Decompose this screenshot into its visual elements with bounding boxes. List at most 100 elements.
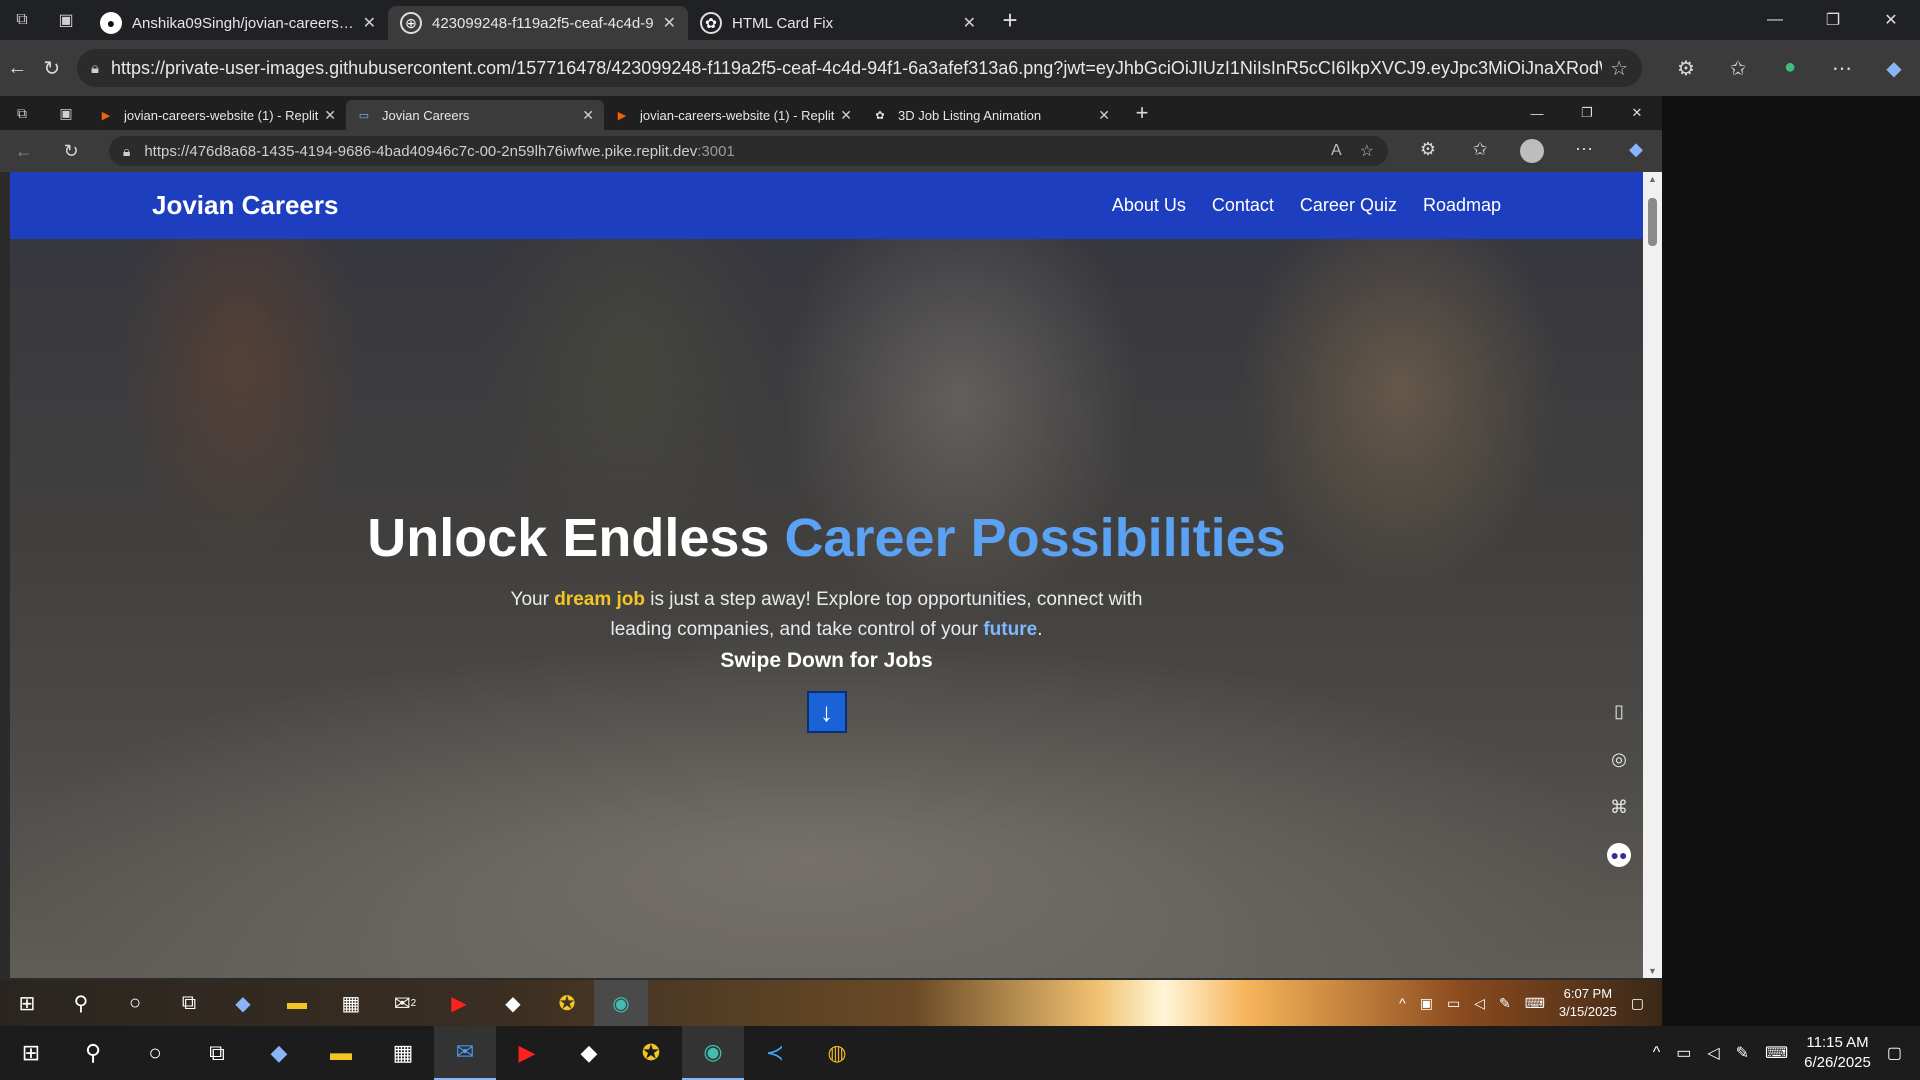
- book-icon[interactable]: ▯: [1607, 699, 1631, 723]
- profile-avatar[interactable]: [1506, 139, 1558, 163]
- youtube-icon[interactable]: ▶: [496, 1026, 558, 1080]
- cortana-icon[interactable]: ○: [108, 980, 162, 1026]
- copilot-icon[interactable]: ◆: [216, 980, 270, 1026]
- volume-icon[interactable]: ◁: [1474, 995, 1485, 1012]
- tab-actions-icon[interactable]: ▣: [44, 0, 88, 40]
- file-explorer-icon[interactable]: ▬: [310, 1026, 372, 1080]
- keyboard-icon[interactable]: ⌨: [1525, 995, 1545, 1012]
- back-icon[interactable]: ←: [0, 48, 35, 88]
- bot-icon[interactable]: ●●: [1607, 843, 1631, 867]
- more-icon[interactable]: ⋯: [1816, 56, 1868, 81]
- medal-icon[interactable]: ✪: [620, 1026, 682, 1080]
- tray-chevron-icon[interactable]: ^: [1399, 995, 1406, 1011]
- outer-tab-chatgpt[interactable]: ✿ HTML Card Fix ✕: [688, 6, 988, 40]
- favorite-star-icon[interactable]: ☆: [1360, 141, 1374, 161]
- cortana-icon[interactable]: ○: [124, 1026, 186, 1080]
- notification-icon[interactable]: ▢: [1631, 995, 1644, 1012]
- search-icon[interactable]: ⚲: [54, 980, 108, 1026]
- youtube-icon[interactable]: ▶: [432, 980, 486, 1026]
- inner-tab-jovian[interactable]: ▭ Jovian Careers ✕: [346, 100, 604, 130]
- chrome-icon[interactable]: ◍: [806, 1026, 868, 1080]
- m365-icon[interactable]: ◆: [558, 1026, 620, 1080]
- nav-link-career-quiz[interactable]: Career Quiz: [1300, 195, 1397, 216]
- close-icon[interactable]: ✕: [1098, 107, 1110, 124]
- system-clock[interactable]: 11:15 AM 6/26/2025: [1804, 1033, 1871, 1073]
- keyboard-icon[interactable]: ⌨: [1765, 1043, 1788, 1063]
- battery-icon[interactable]: ▭: [1447, 995, 1460, 1012]
- medal-icon[interactable]: ✪: [540, 980, 594, 1026]
- store-icon[interactable]: ▦: [372, 1026, 434, 1080]
- favorite-star-icon[interactable]: ☆: [1610, 56, 1628, 81]
- close-window-icon[interactable]: ✕: [1862, 0, 1920, 40]
- profile-icon[interactable]: ●: [1764, 56, 1816, 81]
- task-view-icon[interactable]: ⧉: [186, 1026, 248, 1080]
- mail-icon[interactable]: ✉ 2: [378, 980, 432, 1026]
- close-icon[interactable]: ✕: [363, 13, 376, 33]
- start-icon[interactable]: ⊞: [0, 980, 54, 1026]
- close-icon[interactable]: ✕: [663, 13, 676, 33]
- back-icon[interactable]: ←: [0, 134, 47, 168]
- podcast-icon[interactable]: ◎: [1607, 747, 1631, 771]
- edge-icon[interactable]: ◉: [594, 980, 648, 1026]
- edge-icon[interactable]: ◉: [682, 1026, 744, 1080]
- workspaces-icon[interactable]: ⧉: [0, 96, 44, 130]
- copilot-icon[interactable]: ◆: [248, 1026, 310, 1080]
- notification-icon[interactable]: ▢: [1887, 1043, 1902, 1063]
- refresh-icon[interactable]: ↻: [47, 134, 94, 168]
- start-icon[interactable]: ⊞: [0, 1026, 62, 1080]
- restore-icon[interactable]: ❐: [1562, 96, 1612, 130]
- task-view-icon[interactable]: ⧉: [162, 980, 216, 1026]
- tray-chevron-icon[interactable]: ^: [1653, 1044, 1661, 1062]
- nav-link-about[interactable]: About Us: [1112, 195, 1186, 216]
- new-tab-button[interactable]: +: [1120, 100, 1164, 126]
- pen-icon[interactable]: ✎: [1736, 1043, 1749, 1063]
- scroll-down-button[interactable]: ↓: [806, 691, 847, 733]
- site-brand[interactable]: Jovian Careers: [152, 190, 338, 221]
- m365-icon[interactable]: ◆: [486, 980, 540, 1026]
- close-icon[interactable]: ✕: [324, 107, 336, 124]
- copilot-icon[interactable]: ◆: [1868, 56, 1920, 81]
- scroll-up-arrow-icon[interactable]: ▲: [1643, 174, 1662, 184]
- extensions-icon[interactable]: ⚙: [1660, 56, 1712, 81]
- search-icon[interactable]: ⚲: [62, 1026, 124, 1080]
- favorites-icon[interactable]: ✩: [1454, 139, 1506, 163]
- scroll-thumb[interactable]: [1648, 198, 1657, 246]
- tab-actions-icon[interactable]: ▣: [44, 96, 88, 130]
- network-icon[interactable]: ▣: [1420, 995, 1433, 1012]
- apps-icon[interactable]: ⌘: [1607, 795, 1631, 819]
- nav-link-roadmap[interactable]: Roadmap: [1423, 195, 1501, 216]
- more-icon[interactable]: ⋯: [1558, 139, 1610, 163]
- file-explorer-icon[interactable]: ▬: [270, 980, 324, 1026]
- close-window-icon[interactable]: ✕: [1612, 96, 1662, 130]
- close-icon[interactable]: ✕: [582, 107, 594, 124]
- inner-tab-replit-1[interactable]: ▶ jovian-careers-website (1) - Replit ✕: [88, 100, 346, 130]
- inner-tab-chatgpt[interactable]: ✿ 3D Job Listing Animation ✕: [862, 100, 1120, 130]
- outer-tab-github[interactable]: ● Anshika09Singh/jovian-careers-w ✕: [88, 6, 388, 40]
- favorites-icon[interactable]: ✩: [1712, 56, 1764, 81]
- close-icon[interactable]: ✕: [840, 107, 852, 124]
- battery-icon[interactable]: ▭: [1676, 1043, 1691, 1063]
- page-scrollbar[interactable]: ▲ ▼: [1643, 172, 1662, 978]
- remote-clock[interactable]: 6:07 PM 3/15/2025: [1559, 985, 1617, 1021]
- workspaces-icon[interactable]: ⧉: [0, 0, 44, 40]
- nav-link-contact[interactable]: Contact: [1212, 195, 1274, 216]
- read-aloud-icon[interactable]: A: [1331, 142, 1342, 160]
- volume-icon[interactable]: ◁: [1707, 1043, 1719, 1063]
- copilot-icon[interactable]: ◆: [1610, 139, 1662, 163]
- close-icon[interactable]: ✕: [963, 13, 976, 33]
- extensions-icon[interactable]: ⚙: [1402, 139, 1454, 163]
- vscode-icon[interactable]: ≺: [744, 1026, 806, 1080]
- minimize-icon[interactable]: —: [1512, 96, 1562, 130]
- inner-url-field[interactable]: 🔒︎ https://476d8a68-1435-4194-9686-4bad4…: [108, 136, 1388, 166]
- minimize-icon[interactable]: —: [1746, 0, 1804, 40]
- outer-tab-image[interactable]: ⊕ 423099248-f119a2f5-ceaf-4c4d-9 ✕: [388, 6, 688, 40]
- restore-icon[interactable]: ❐: [1804, 0, 1862, 40]
- pen-icon[interactable]: ✎: [1499, 995, 1511, 1012]
- scroll-down-arrow-icon[interactable]: ▼: [1643, 966, 1662, 976]
- refresh-icon[interactable]: ↻: [35, 48, 70, 88]
- new-tab-button[interactable]: +: [988, 5, 1032, 36]
- store-icon[interactable]: ▦: [324, 980, 378, 1026]
- inner-tab-replit-2[interactable]: ▶ jovian-careers-website (1) - Replit ✕: [604, 100, 862, 130]
- outer-url-field[interactable]: 🔒︎ https://private-user-images.githubuse…: [77, 49, 1642, 87]
- outlook-icon[interactable]: ✉: [434, 1026, 496, 1080]
